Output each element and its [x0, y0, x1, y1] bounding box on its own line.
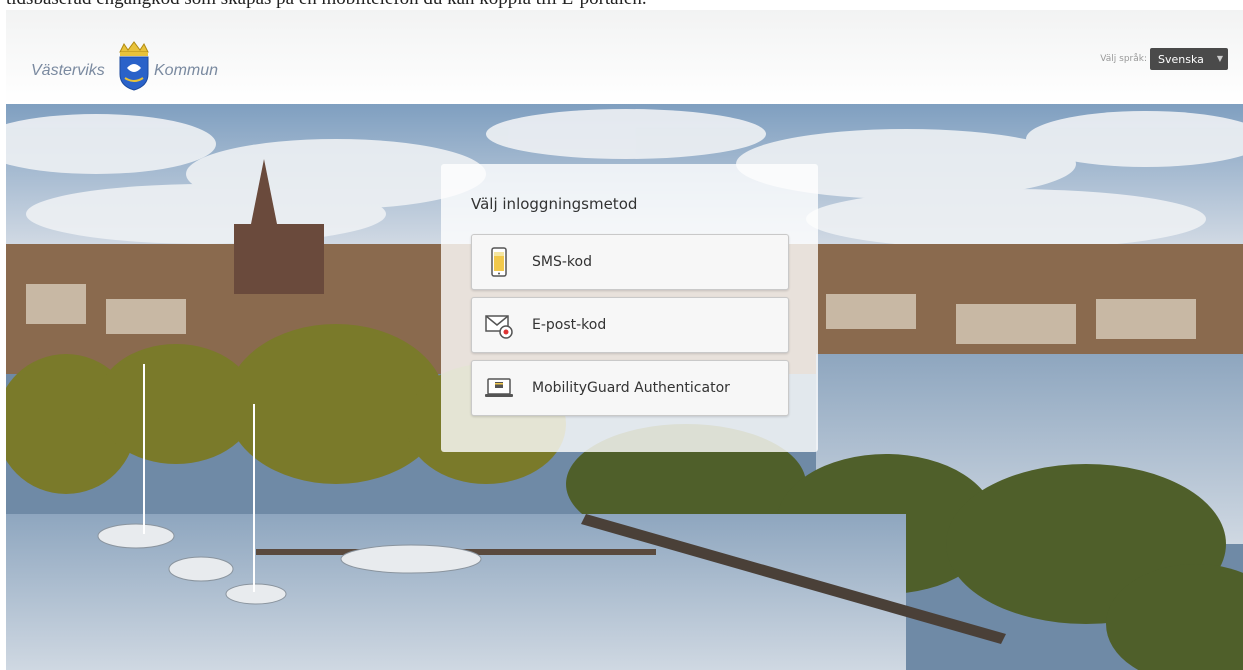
login-method-title: Välj inloggningsmetod [471, 195, 638, 213]
municipality-crest-icon [119, 41, 149, 91]
chevron-down-icon: ▼ [1216, 54, 1223, 63]
language-label: Välj språk: [1100, 54, 1147, 64]
mobilityguard-authenticator-button[interactable]: MobilityGuard Authenticator [471, 360, 789, 416]
mobilityguard-authenticator-label: MobilityGuard Authenticator [532, 380, 730, 396]
laptop-icon [485, 378, 513, 397]
logo-text-left: Västerviks [31, 62, 105, 79]
envelope-icon [485, 315, 513, 339]
sms-code-button[interactable]: SMS-kod [471, 234, 789, 290]
language-value: Svenska [1158, 52, 1204, 66]
site-header: Västerviks Kommun Välj språk: Svenska ▼ [6, 10, 1243, 104]
sms-code-label: SMS-kod [532, 254, 592, 270]
language-select[interactable]: Svenska ▼ [1150, 48, 1228, 70]
page-caption: tidsbaserad engångkod som skapas på en m… [6, 0, 1243, 10]
email-code-label: E-post-kod [532, 317, 607, 333]
login-method-panel: Välj inloggningsmetod SMS-kod E-post-kod… [441, 164, 818, 452]
email-code-button[interactable]: E-post-kod [471, 297, 789, 353]
logo-text-right: Kommun [154, 62, 219, 79]
phone-icon [491, 247, 507, 277]
